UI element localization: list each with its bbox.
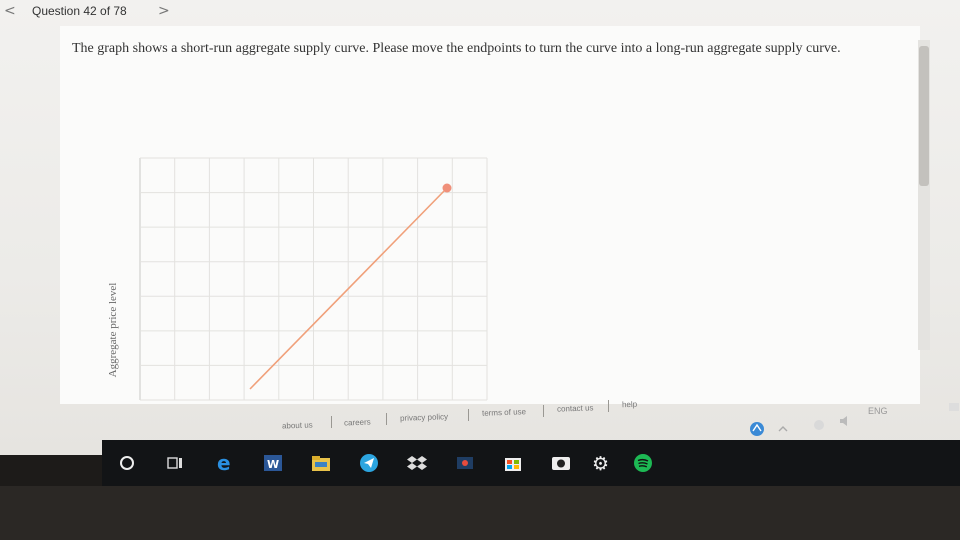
svg-text:W: W: [267, 458, 279, 471]
app-icon[interactable]: [454, 452, 476, 474]
store-icon[interactable]: [502, 452, 524, 474]
word-icon[interactable]: W: [262, 452, 284, 474]
spotify-icon[interactable]: [632, 452, 654, 474]
edge-icon[interactable]: e: [214, 452, 236, 474]
contact-us-link[interactable]: contact us: [557, 403, 594, 413]
svg-text:⚙: ⚙: [592, 453, 609, 474]
tray-app-icon[interactable]: [808, 414, 830, 436]
volume-icon[interactable]: [834, 410, 856, 432]
network-icon[interactable]: [746, 418, 768, 440]
svg-text:e: e: [217, 452, 231, 474]
graph-grid: [139, 157, 488, 401]
file-explorer-icon[interactable]: [310, 452, 332, 474]
settings-icon[interactable]: ⚙: [590, 452, 612, 474]
careers-link[interactable]: careers: [344, 418, 371, 428]
cortana-icon[interactable]: [116, 452, 138, 474]
monitor-bezel: [0, 486, 960, 540]
terms-of-use-link[interactable]: terms of use: [482, 407, 526, 418]
curve-top-endpoint[interactable]: [442, 183, 452, 193]
language-indicator[interactable]: ENG: [868, 406, 888, 416]
telegram-icon[interactable]: [358, 452, 380, 474]
notifications-icon[interactable]: [943, 396, 960, 418]
camera-icon[interactable]: [550, 452, 572, 474]
task-view-icon[interactable]: [164, 452, 186, 474]
chevron-up-icon[interactable]: [772, 418, 794, 440]
y-axis-label: Aggregate price level: [107, 282, 119, 378]
privacy-policy-link[interactable]: privacy policy: [400, 412, 448, 423]
dropbox-icon[interactable]: [406, 452, 428, 474]
about-us-link[interactable]: about us: [282, 420, 313, 430]
help-link[interactable]: help: [622, 400, 637, 410]
